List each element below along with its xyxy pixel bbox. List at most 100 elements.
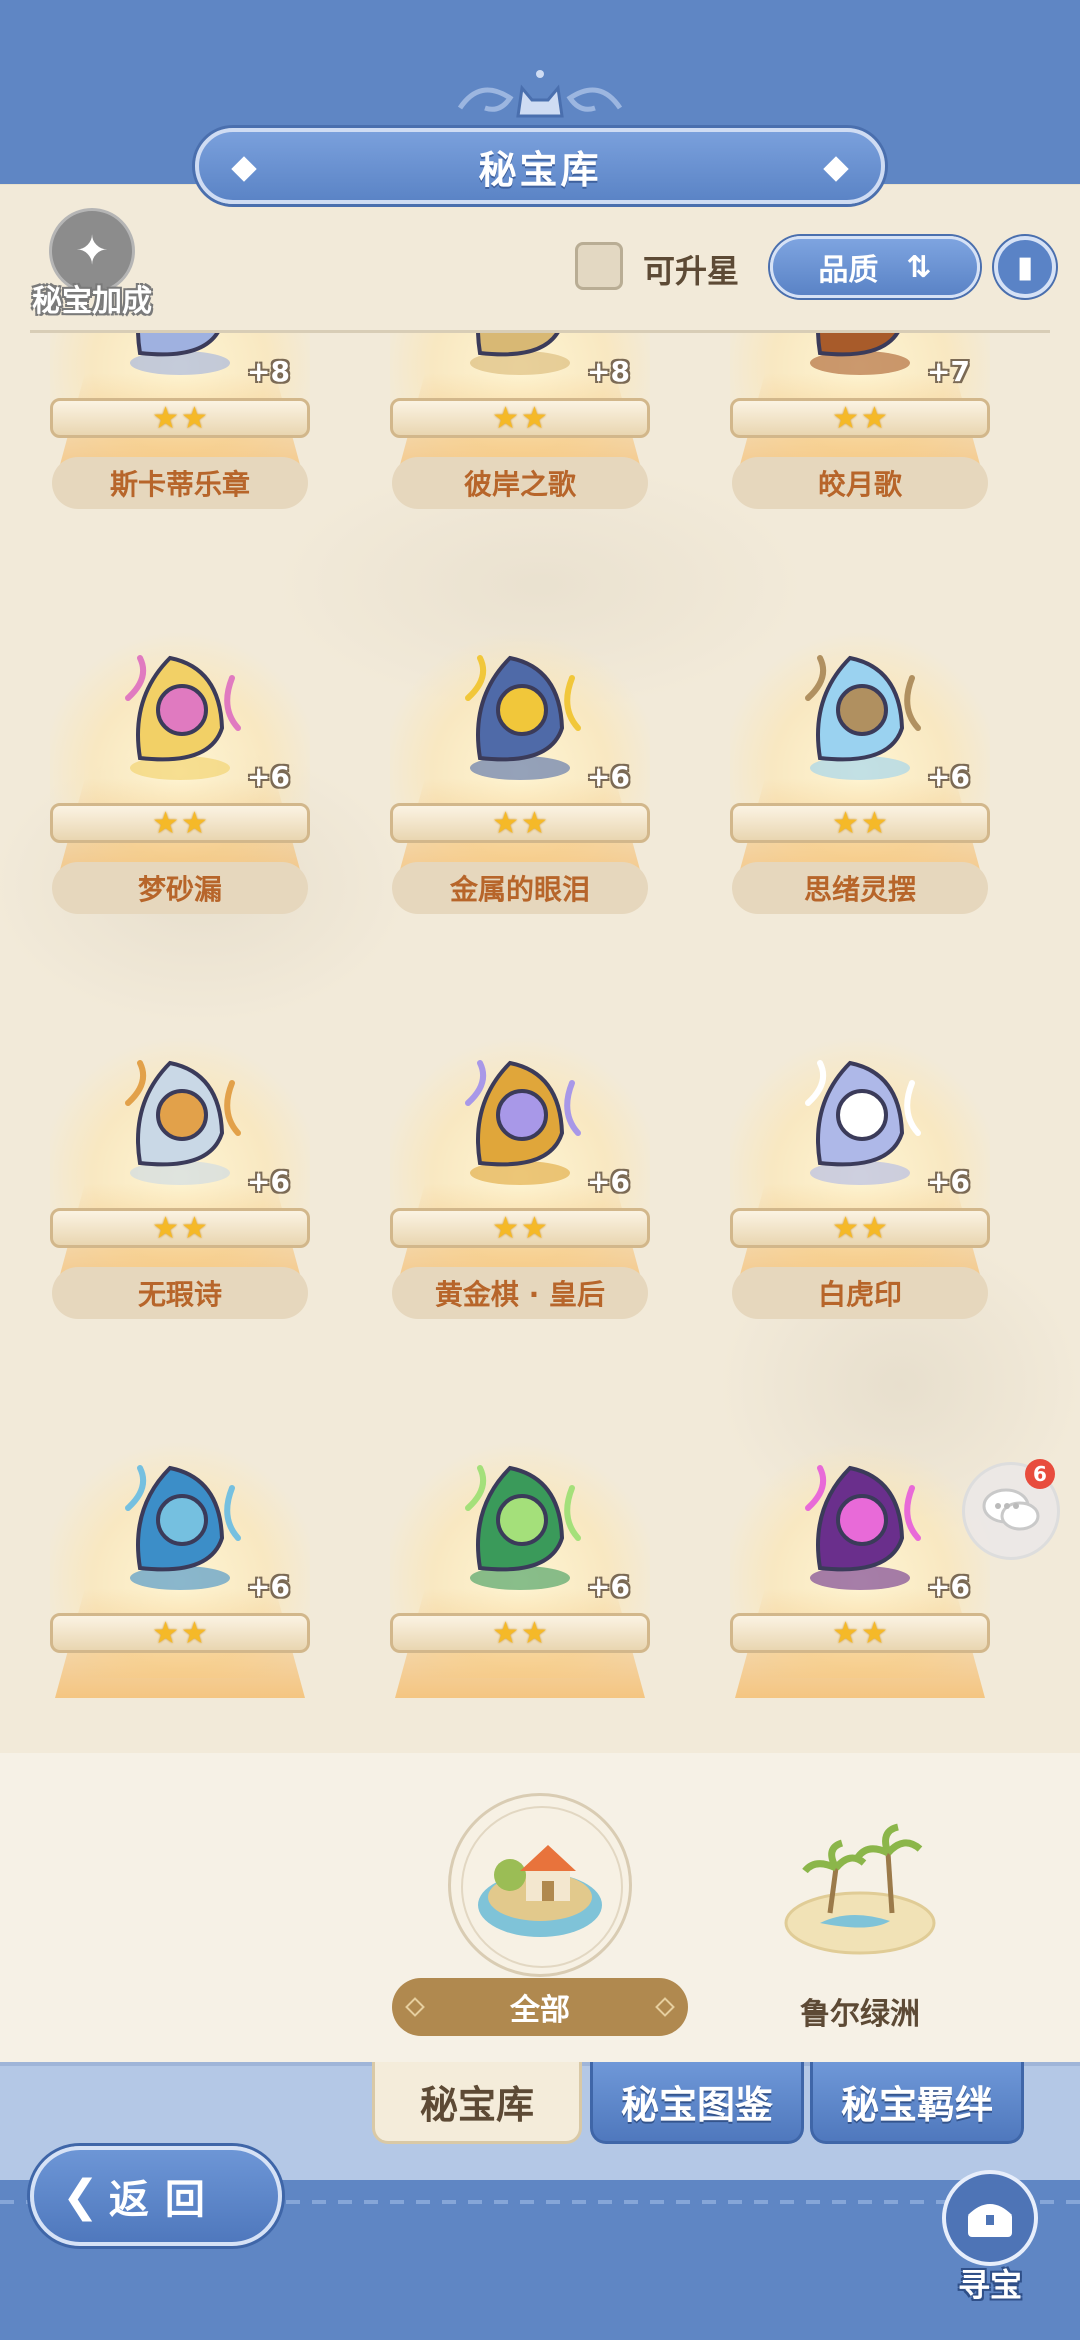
treasure-name: 彼岸之歌	[392, 457, 648, 509]
star-icon: ★	[521, 400, 548, 436]
shield-eye-icon	[465, 655, 581, 780]
treasure-level: +6	[927, 1165, 970, 1198]
treasure-level: +6	[247, 1570, 290, 1603]
star-rating: ★ ★	[390, 1613, 650, 1653]
chat-unread-badge: 6	[1025, 1459, 1055, 1489]
treasure-hunt-button[interactable]: 寻宝	[938, 2170, 1042, 2330]
star-rating: ★ ★	[50, 1208, 310, 1248]
treasure-level: +8	[247, 355, 290, 388]
oasis-island-icon[interactable]	[780, 1813, 940, 1963]
treasure-card[interactable]: +6 ★ ★ 白虎印	[710, 1033, 1010, 1333]
tab-treasure-vault[interactable]: 秘宝库	[372, 2062, 582, 2144]
treasure-name: 斯卡蒂乐章	[52, 457, 308, 509]
sort-toggle-icon: ⇅	[906, 249, 932, 285]
treasure-bonus-button[interactable]: ✦ 秘宝加成	[22, 208, 162, 319]
treasure-card[interactable]: +6 ★ ★	[710, 1438, 1010, 1738]
treasure-level: +8	[587, 355, 630, 388]
treasure-name: 皎月歌	[732, 457, 988, 509]
book-icon: ▮	[1016, 249, 1034, 285]
treasure-bonus-label: 秘宝加成	[32, 284, 152, 319]
treasure-name: 黄金棋 · 皇后	[392, 1267, 648, 1319]
star-icon: ★	[521, 805, 548, 841]
vortex-orb-icon	[805, 1465, 921, 1590]
region-all-tab[interactable]: 全部	[392, 1978, 688, 2036]
star-icon: ★	[152, 805, 179, 841]
treasure-card[interactable]: +8 ★ ★ 彼岸之歌	[370, 333, 670, 523]
star-rating: ★ ★	[730, 803, 990, 843]
treasure-chest-icon	[942, 2170, 1038, 2266]
star-icon: ★	[832, 400, 859, 436]
star-icon: ★	[152, 1615, 179, 1651]
treasure-card[interactable]: +6 ★ ★ 梦砂漏	[30, 628, 330, 928]
star-icon: ★	[492, 1210, 519, 1246]
book-icon	[125, 1060, 241, 1185]
treasure-card[interactable]: +8 ★ ★ 斯卡蒂乐章	[30, 333, 330, 523]
banner-ornament	[823, 156, 849, 182]
region-oasis-label[interactable]: 鲁尔绿洲	[760, 1989, 960, 2033]
hourglass-icon	[125, 655, 241, 780]
back-button[interactable]: ❮ 返回	[30, 2146, 282, 2246]
cat-crest-icon	[457, 70, 623, 118]
back-arrow-icon: ❮	[62, 2170, 99, 2222]
chess-queen-icon	[465, 1060, 581, 1185]
star-icon: ★	[181, 1615, 208, 1651]
treasure-card[interactable]: +6 ★ ★ 金属的眼泪	[370, 628, 670, 928]
star-icon: ★	[861, 1210, 888, 1246]
title-banner: 秘宝库	[195, 128, 885, 204]
star-icon: ★	[861, 1615, 888, 1651]
star-icon: ★	[492, 400, 519, 436]
star-icon: ★	[861, 400, 888, 436]
star-icon: ★	[521, 1615, 548, 1651]
treasure-card[interactable]: +6 ★ ★ 思绪灵摆	[710, 628, 1010, 928]
dragon-seal-icon	[465, 1465, 581, 1590]
guide-book-button[interactable]: ▮	[994, 236, 1056, 298]
star-icon: ★	[521, 1210, 548, 1246]
treasure-name: 金属的眼泪	[392, 862, 648, 914]
star-icon: ★	[861, 805, 888, 841]
star-icon: ★	[832, 1615, 859, 1651]
star-rating: ★ ★	[50, 398, 310, 438]
star-rating: ★ ★	[390, 803, 650, 843]
island-house-icon	[478, 1845, 602, 1937]
back-label: 返回	[108, 2177, 221, 2223]
lyre-icon	[130, 333, 230, 375]
star-icon: ★	[492, 805, 519, 841]
region-all-button[interactable]	[448, 1793, 632, 1977]
treasure-level: +6	[587, 760, 630, 793]
upgradeable-label[interactable]: 可升星	[643, 246, 739, 292]
treasure-name: 思绪灵摆	[732, 862, 988, 914]
upgradeable-checkbox[interactable]	[575, 242, 623, 290]
treasure-card[interactable]: +6 ★ ★	[30, 1438, 330, 1738]
treasure-card[interactable]: +7 ★ ★ 皎月歌	[710, 333, 1010, 523]
treasure-card[interactable]: +6 ★ ★ 无瑕诗	[30, 1033, 330, 1333]
star-icon: ★	[492, 1615, 519, 1651]
chat-button[interactable]: 6	[962, 1459, 1060, 1560]
quality-sort-label: 品质	[818, 253, 879, 288]
tab-treasure-codex[interactable]: 秘宝图鉴	[590, 2062, 804, 2144]
star-rating: ★ ★	[730, 1208, 990, 1248]
star-icon: ★	[152, 1210, 179, 1246]
star-rating: ★ ★	[730, 1613, 990, 1653]
treasure-level: +6	[247, 1165, 290, 1198]
treasure-name: 无瑕诗	[52, 1267, 308, 1319]
star-icon: ★	[181, 400, 208, 436]
star-icon: ★	[152, 400, 179, 436]
pill-ornament	[655, 1997, 675, 2017]
treasure-level: +7	[927, 355, 970, 388]
treasure-grid: +8 ★ ★ 斯卡蒂乐章 +8 ★ ★ 彼岸之歌 +7 ★ ★ 皎月歌 +6 ★ ★ 梦砂漏 +6 ★ ★ 金属的眼泪…	[0, 333, 1080, 1753]
treasure-name: 白虎印	[732, 1267, 988, 1319]
pill-ornament	[405, 1997, 425, 2017]
white-tiger-seal-icon	[805, 1060, 921, 1185]
star-icon: ★	[181, 1210, 208, 1246]
tab-treasure-bonds[interactable]: 秘宝羁绊	[810, 2062, 1024, 2144]
star-rating: ★ ★	[50, 803, 310, 843]
star-rating: ★ ★	[730, 398, 990, 438]
treasure-level: +6	[927, 760, 970, 793]
quality-sort-button[interactable]: 品质 ⇅	[770, 236, 980, 298]
turtle-snake-seal-icon	[125, 1465, 241, 1590]
treasure-card[interactable]: +6 ★ ★	[370, 1438, 670, 1738]
treasure-card[interactable]: +6 ★ ★ 黄金棋 · 皇后	[370, 1033, 670, 1333]
star-icon: ★	[181, 805, 208, 841]
lute-icon	[470, 333, 570, 375]
page-title: 秘宝库	[478, 147, 602, 192]
